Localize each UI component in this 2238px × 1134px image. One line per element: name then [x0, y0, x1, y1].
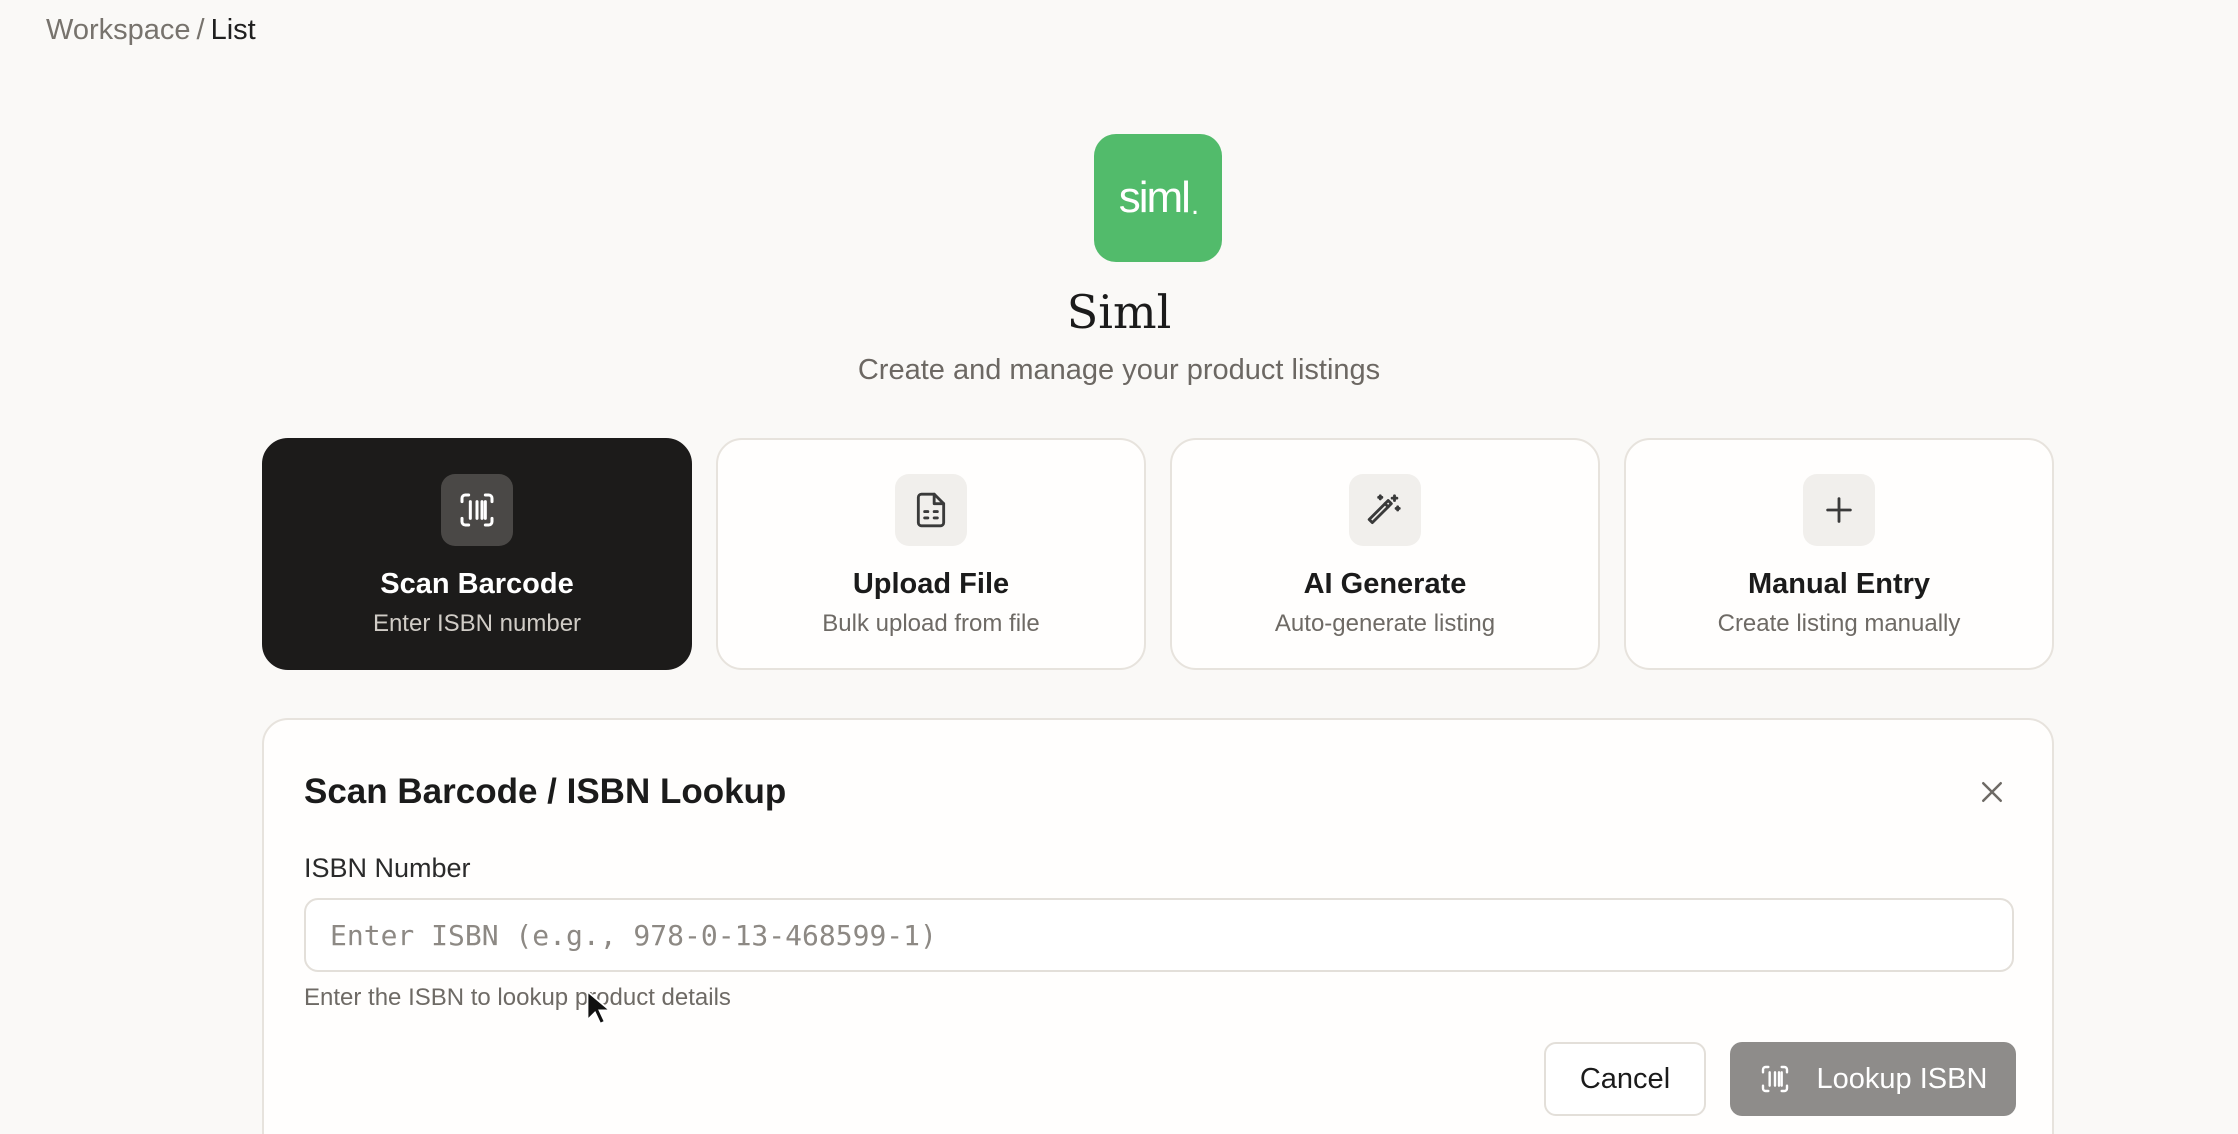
mouse-cursor-icon	[586, 990, 610, 1025]
logo-text: siml	[1118, 173, 1191, 222]
close-icon	[1982, 782, 2002, 802]
close-button[interactable]	[1972, 772, 2012, 812]
panel-title: Scan Barcode / ISBN Lookup	[304, 772, 787, 811]
listing-method-cards: Scan Barcode Enter ISBN number Upload Fi…	[262, 438, 2054, 670]
card-upload-file[interactable]: Upload File Bulk upload from file	[716, 438, 1146, 670]
card-scan-barcode[interactable]: Scan Barcode Enter ISBN number	[262, 438, 692, 670]
lookup-isbn-label: Lookup ISBN	[1816, 1062, 1988, 1095]
file-icon	[895, 474, 967, 546]
isbn-input[interactable]	[304, 898, 2014, 972]
cancel-button[interactable]: Cancel	[1544, 1042, 1706, 1116]
lookup-isbn-button[interactable]: Lookup ISBN	[1730, 1042, 2016, 1116]
card-ai-generate[interactable]: AI Generate Auto-generate listing	[1170, 438, 1600, 670]
card-manual-entry[interactable]: Manual Entry Create listing manually	[1624, 438, 2054, 670]
card-description: Create listing manually	[1717, 610, 1961, 637]
breadcrumb-separator: /	[196, 14, 205, 46]
card-description: Enter ISBN number	[372, 610, 582, 637]
breadcrumb-workspace-link[interactable]: Workspace	[46, 14, 191, 46]
app-title: Siml	[1066, 285, 1172, 339]
card-description: Auto-generate listing	[1274, 610, 1496, 637]
app-logo: siml.	[1094, 134, 1222, 262]
card-title: Scan Barcode	[380, 568, 574, 600]
isbn-lookup-panel: Scan Barcode / ISBN Lookup ISBN Number E…	[262, 718, 2054, 1134]
magic-wand-icon	[1349, 474, 1421, 546]
breadcrumb: Workspace / List	[46, 10, 256, 50]
barcode-icon	[441, 474, 513, 546]
barcode-icon	[1761, 1065, 1788, 1093]
app-subtitle: Create and manage your product listings	[857, 354, 1381, 386]
breadcrumb-current: List	[210, 14, 256, 46]
isbn-field-label: ISBN Number	[304, 853, 471, 883]
card-title: Manual Entry	[1747, 568, 1931, 600]
card-title: AI Generate	[1303, 568, 1467, 600]
plus-icon	[1803, 474, 1875, 546]
card-description: Bulk upload from file	[822, 610, 1040, 637]
isbn-helper-text: Enter the ISBN to lookup product details	[304, 984, 731, 1011]
card-title: Upload File	[852, 568, 1010, 600]
logo-dot: .	[1190, 188, 1199, 221]
page: Workspace / List siml. Siml Create and man…	[0, 0, 2238, 1134]
